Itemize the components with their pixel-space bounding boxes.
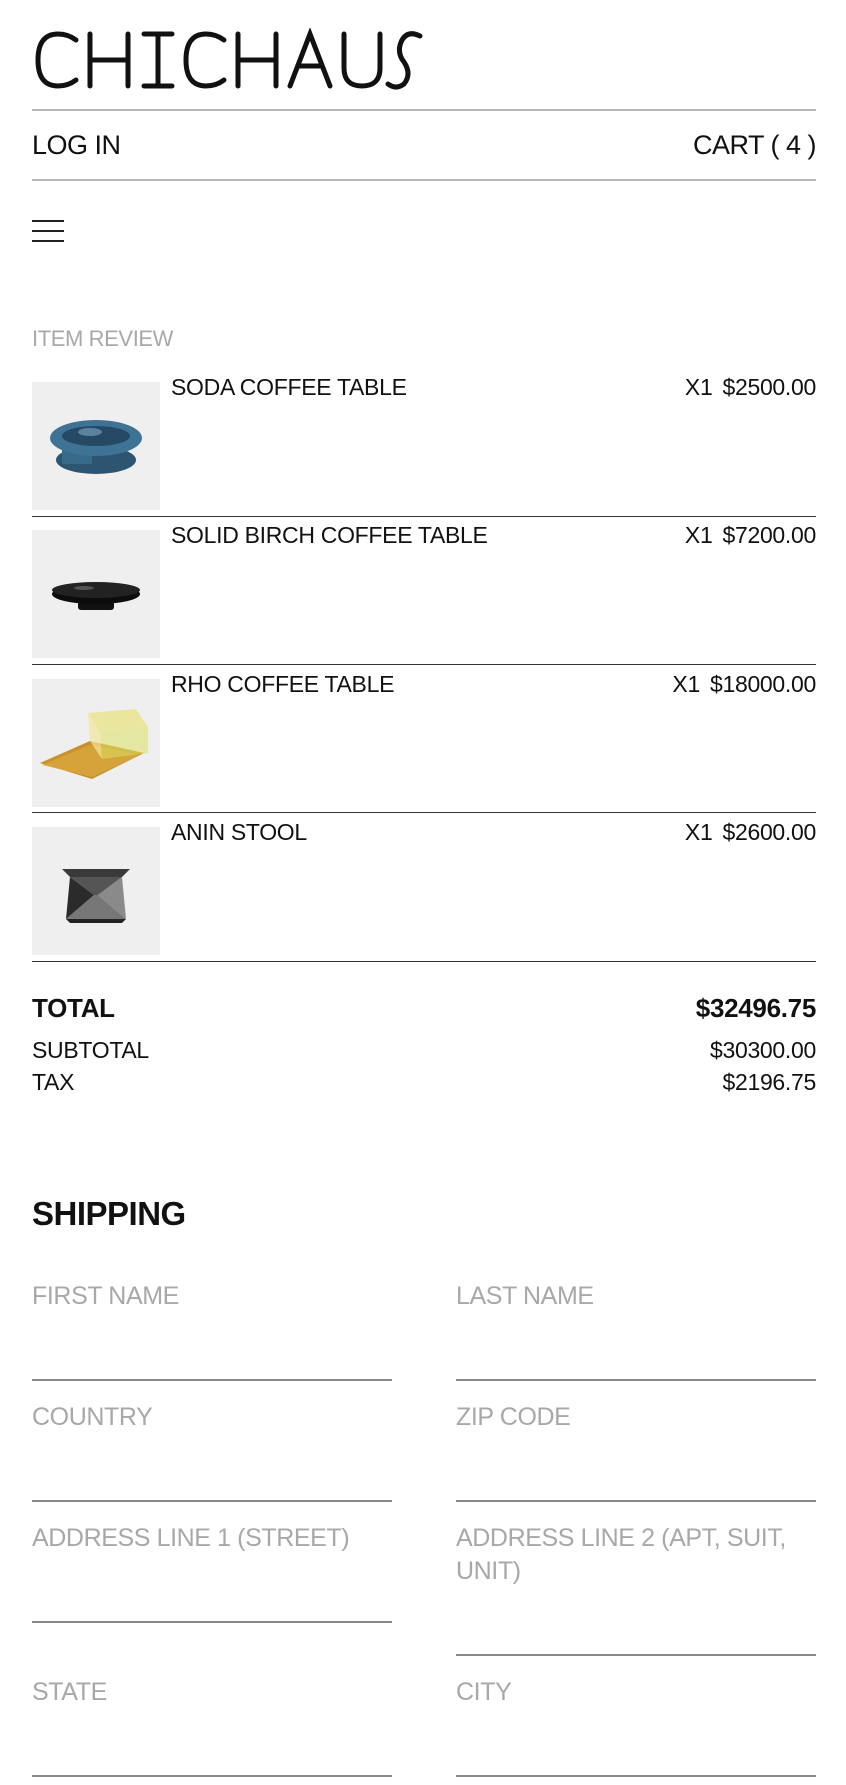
- item-qty: X1: [684, 374, 713, 400]
- shipping-title: SHIPPING: [32, 1195, 186, 1232]
- item-price: X1 $18000.00: [672, 671, 816, 698]
- top-bar: LOG IN CART ( 4 ): [32, 110, 817, 180]
- item-name: RHO COFFEE TABLE: [171, 671, 395, 697]
- product-image-rho-table[interactable]: [32, 679, 160, 807]
- item-amount: $7200.00: [722, 522, 816, 548]
- address-line-1-field[interactable]: ADDRESS LINE 1 (STREET): [32, 1522, 392, 1623]
- address-line-1-placeholder: ADDRESS LINE 1 (STREET): [32, 1524, 350, 1552]
- item-amount: $2600.00: [722, 819, 816, 845]
- subtotal-value: $30300.00: [709, 1036, 816, 1063]
- hamburger-icon[interactable]: [32, 220, 64, 242]
- first-name-placeholder: FIRST NAME: [32, 1282, 179, 1310]
- address-line-2-placeholder: ADDRESS LINE 2 (APT, SUIT, UNIT): [456, 1524, 786, 1585]
- item-divider: [32, 664, 816, 665]
- country-field[interactable]: COUNTRY: [32, 1401, 392, 1502]
- state-placeholder: STATE: [32, 1678, 107, 1706]
- cart-item: ANIN STOOL X1 $2600.00: [32, 819, 816, 955]
- item-divider: [32, 961, 816, 962]
- state-field[interactable]: STATE: [32, 1676, 392, 1777]
- country-placeholder: COUNTRY: [32, 1403, 153, 1431]
- item-qty: X1: [672, 671, 700, 697]
- login-link[interactable]: LOG IN: [32, 130, 121, 161]
- tax-row: TAX $2196.75: [32, 1066, 816, 1098]
- item-divider: [32, 516, 816, 517]
- cart-link[interactable]: CART ( 4 ): [693, 130, 817, 161]
- last-name-field[interactable]: LAST NAME: [456, 1280, 816, 1381]
- item-name: SOLID BIRCH COFFEE TABLE: [171, 522, 488, 548]
- topbar-divider: [32, 179, 816, 181]
- zip-code-field[interactable]: ZIP CODE: [456, 1401, 816, 1502]
- item-price: X1 $2600.00: [685, 819, 816, 846]
- cart-item: SOLID BIRCH COFFEE TABLE X1 $7200.00: [32, 522, 816, 658]
- item-review-label: ITEM REVIEW: [32, 326, 174, 351]
- item-amount: $18000.00: [709, 671, 816, 697]
- item-price: X1 $2500.00: [685, 374, 816, 401]
- tax-value: $2196.75: [722, 1068, 816, 1095]
- first-name-field[interactable]: FIRST NAME: [32, 1280, 392, 1381]
- subtotal-row: SUBTOTAL $30300.00: [32, 1034, 816, 1066]
- item-amount: $2500.00: [722, 374, 816, 400]
- total-value: $32496.75: [695, 992, 817, 1023]
- item-price: X1 $7200.00: [685, 522, 816, 549]
- city-field[interactable]: CITY: [456, 1676, 816, 1777]
- item-divider: [32, 812, 816, 813]
- last-name-placeholder: LAST NAME: [456, 1282, 594, 1310]
- item-name: SODA COFFEE TABLE: [171, 374, 407, 400]
- total-row: TOTAL $32496.75: [32, 982, 816, 1034]
- address-line-2-field[interactable]: ADDRESS LINE 2 (APT, SUIT, UNIT): [456, 1522, 816, 1656]
- total-label: TOTAL: [32, 992, 115, 1023]
- tax-label: TAX: [32, 1068, 75, 1095]
- cart-item: RHO COFFEE TABLE X1 $18000.00: [32, 671, 816, 807]
- cart-item: SODA COFFEE TABLE X1 $2500.00: [32, 374, 816, 510]
- product-image-soda-table[interactable]: [32, 382, 160, 510]
- order-totals: TOTAL $32496.75 SUBTOTAL $30300.00 TAX $…: [32, 982, 816, 1098]
- product-image-birch-table[interactable]: [32, 530, 160, 658]
- city-placeholder: CITY: [456, 1678, 512, 1706]
- subtotal-label: SUBTOTAL: [32, 1036, 149, 1063]
- item-qty: X1: [684, 522, 713, 548]
- zip-code-placeholder: ZIP CODE: [456, 1403, 571, 1431]
- item-name: ANIN STOOL: [171, 819, 307, 845]
- product-image-anin-stool[interactable]: [32, 827, 160, 955]
- item-qty: X1: [684, 819, 713, 845]
- brand-logo[interactable]: [32, 27, 424, 92]
